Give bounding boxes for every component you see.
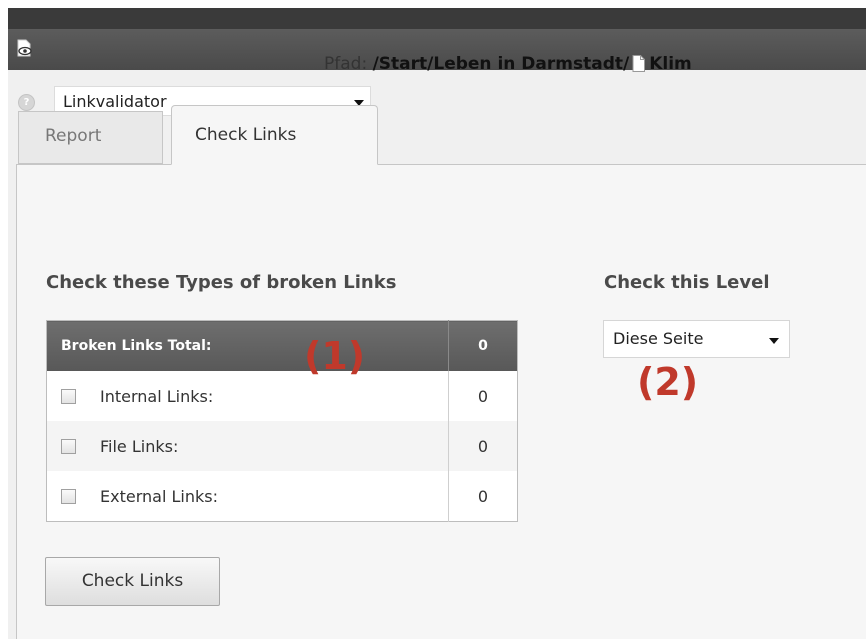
file-links-count: 0 <box>448 421 518 471</box>
annotation-1: (1) <box>304 334 366 378</box>
internal-links-count: 0 <box>448 371 518 421</box>
check-level-value: Diese Seite <box>613 329 704 348</box>
external-links-checkbox[interactable] <box>61 489 76 504</box>
link-types-heading: Check these Types of broken Links <box>46 272 397 293</box>
tab-check-links[interactable]: Check Links <box>171 105 378 165</box>
check-level-select[interactable]: Diese Seite <box>603 320 790 358</box>
path-value[interactable]: /Start/Leben in Darmstadt/ <box>373 54 630 74</box>
toolbar-top-strip <box>8 8 866 29</box>
table-header-row: Broken Links Total: 0 <box>46 320 518 371</box>
check-level-heading: Check this Level <box>604 272 770 293</box>
broken-links-total-count: 0 <box>448 320 518 371</box>
tab-report-label: Report <box>45 126 102 146</box>
broken-links-table: Broken Links Total: 0 Internal Links: 0 … <box>46 320 518 522</box>
page-title[interactable]: Klim <box>649 54 692 74</box>
broken-links-total-label: Broken Links Total: <box>46 320 449 371</box>
external-links-label: External Links: <box>100 487 218 506</box>
table-row: Internal Links: 0 <box>47 371 518 421</box>
module-function-value: Linkvalidator <box>63 92 167 111</box>
check-links-button[interactable]: Check Links <box>45 557 220 606</box>
chevron-down-icon <box>769 338 779 344</box>
table-row: File Links: 0 <box>46 421 518 471</box>
table-row: External Links: 0 <box>47 471 518 522</box>
page-path: Pfad: /Start/Leben in Darmstadt/Klim <box>324 54 692 74</box>
external-links-count: 0 <box>448 471 518 522</box>
file-links-label: File Links: <box>100 437 179 456</box>
tab-check-links-label: Check Links <box>195 125 297 145</box>
page-icon <box>632 55 646 72</box>
annotation-2: (2) <box>637 360 699 404</box>
internal-links-checkbox[interactable] <box>61 389 76 404</box>
view-page-icon[interactable] <box>16 39 32 57</box>
path-label: Pfad: <box>324 54 368 74</box>
tab-report[interactable]: Report <box>18 111 163 164</box>
file-links-checkbox[interactable] <box>61 439 76 454</box>
help-icon[interactable]: ? <box>18 94 35 111</box>
internal-links-label: Internal Links: <box>100 387 214 406</box>
